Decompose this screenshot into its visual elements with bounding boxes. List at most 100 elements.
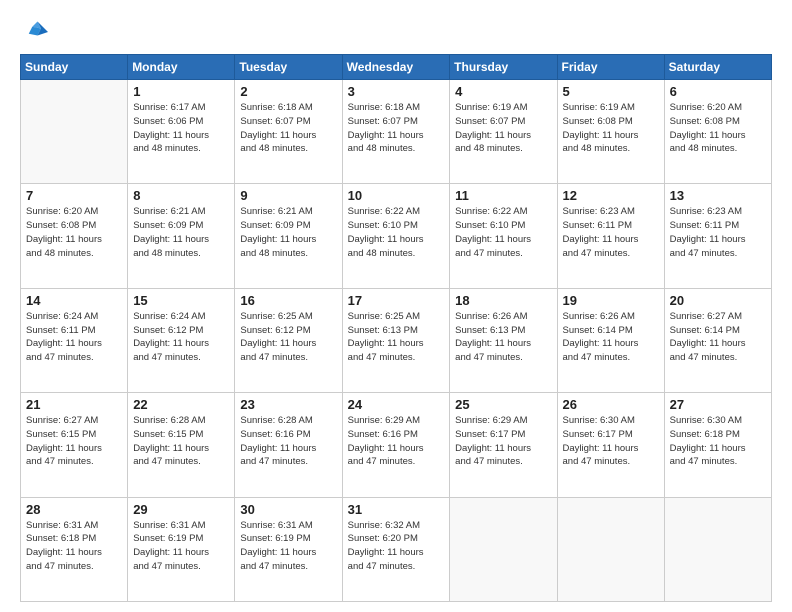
- calendar-cell: 26 Sunrise: 6:30 AM Sunset: 6:17 PM Dayli…: [557, 393, 664, 497]
- day-number: 31: [348, 502, 445, 517]
- calendar-cell: 6 Sunrise: 6:20 AM Sunset: 6:08 PM Daylig…: [664, 80, 771, 184]
- day-number: 16: [240, 293, 336, 308]
- day-info: Sunrise: 6:22 AM Sunset: 6:10 PM Dayligh…: [348, 205, 445, 260]
- day-info: Sunrise: 6:32 AM Sunset: 6:20 PM Dayligh…: [348, 519, 445, 574]
- calendar-cell: 13Sunrise: 6:23 AM Sunset: 6:11 PM Dayli…: [664, 184, 771, 288]
- day-info: Sunrise: 6:21 AM Sunset: 6:09 PM Dayligh…: [133, 205, 229, 260]
- calendar-cell: 17 Sunrise: 6:25 AM Sunset: 6:13 PM Dayli…: [342, 288, 450, 392]
- day-number: 23: [240, 397, 336, 412]
- day-info: Sunrise: 6:29 AM Sunset: 6:17 PM Dayligh…: [455, 414, 551, 469]
- week-row: 14 Sunrise: 6:24 AM Sunset: 6:11 PM Dayli…: [21, 288, 772, 392]
- day-number: 24: [348, 397, 445, 412]
- day-number: 18: [455, 293, 551, 308]
- calendar-cell: 24 Sunrise: 6:29 AM Sunset: 6:16 PM Dayli…: [342, 393, 450, 497]
- day-number: 12: [563, 188, 659, 203]
- calendar-cell: 28 Sunrise: 6:31 AM Sunset: 6:18 PM Dayli…: [21, 497, 128, 601]
- day-info: Sunrise: 6:31 AM Sunset: 6:18 PM Dayligh…: [26, 519, 122, 574]
- calendar-cell: 2 Sunrise: 6:18 AM Sunset: 6:07 PM Daylig…: [235, 80, 342, 184]
- week-row: 28 Sunrise: 6:31 AM Sunset: 6:18 PM Dayli…: [21, 497, 772, 601]
- day-number: 1: [133, 84, 229, 99]
- day-info: Sunrise: 6:20 AM Sunset: 6:08 PM Dayligh…: [26, 205, 122, 260]
- day-info: Sunrise: 6:22 AM Sunset: 6:10 PM Dayligh…: [455, 205, 551, 260]
- day-number: 17: [348, 293, 445, 308]
- weekday-header: Sunday: [21, 55, 128, 80]
- page: SundayMondayTuesdayWednesdayThursdayFrid…: [0, 0, 792, 612]
- calendar-cell: 21Sunrise: 6:27 AM Sunset: 6:15 PM Dayli…: [21, 393, 128, 497]
- calendar-cell: 22 Sunrise: 6:28 AM Sunset: 6:15 PM Dayli…: [128, 393, 235, 497]
- calendar-cell: 25 Sunrise: 6:29 AM Sunset: 6:17 PM Dayli…: [450, 393, 557, 497]
- day-number: 28: [26, 502, 122, 517]
- week-row: 1Sunrise: 6:17 AM Sunset: 6:06 PM Daylig…: [21, 80, 772, 184]
- day-number: 26: [563, 397, 659, 412]
- day-info: Sunrise: 6:28 AM Sunset: 6:15 PM Dayligh…: [133, 414, 229, 469]
- day-info: Sunrise: 6:29 AM Sunset: 6:16 PM Dayligh…: [348, 414, 445, 469]
- calendar-cell: 27Sunrise: 6:30 AM Sunset: 6:18 PM Dayli…: [664, 393, 771, 497]
- calendar-cell: 19 Sunrise: 6:26 AM Sunset: 6:14 PM Dayli…: [557, 288, 664, 392]
- day-number: 15: [133, 293, 229, 308]
- calendar-cell: [557, 497, 664, 601]
- day-info: Sunrise: 6:25 AM Sunset: 6:12 PM Dayligh…: [240, 310, 336, 365]
- day-number: 7: [26, 188, 122, 203]
- calendar-cell: 1Sunrise: 6:17 AM Sunset: 6:06 PM Daylig…: [128, 80, 235, 184]
- calendar-cell: 31 Sunrise: 6:32 AM Sunset: 6:20 PM Dayli…: [342, 497, 450, 601]
- calendar-table: SundayMondayTuesdayWednesdayThursdayFrid…: [20, 54, 772, 602]
- day-number: 14: [26, 293, 122, 308]
- day-number: 30: [240, 502, 336, 517]
- day-info: Sunrise: 6:23 AM Sunset: 6:11 PM Dayligh…: [563, 205, 659, 260]
- day-number: 6: [670, 84, 766, 99]
- calendar-cell: 7 Sunrise: 6:20 AM Sunset: 6:08 PM Daylig…: [21, 184, 128, 288]
- day-info: Sunrise: 6:20 AM Sunset: 6:08 PM Dayligh…: [670, 101, 766, 156]
- day-info: Sunrise: 6:19 AM Sunset: 6:07 PM Dayligh…: [455, 101, 551, 156]
- day-info: Sunrise: 6:24 AM Sunset: 6:11 PM Dayligh…: [26, 310, 122, 365]
- calendar-cell: 9Sunrise: 6:21 AM Sunset: 6:09 PM Daylig…: [235, 184, 342, 288]
- day-number: 20: [670, 293, 766, 308]
- day-info: Sunrise: 6:26 AM Sunset: 6:13 PM Dayligh…: [455, 310, 551, 365]
- calendar-cell: 10Sunrise: 6:22 AM Sunset: 6:10 PM Dayli…: [342, 184, 450, 288]
- day-info: Sunrise: 6:31 AM Sunset: 6:19 PM Dayligh…: [133, 519, 229, 574]
- day-info: Sunrise: 6:26 AM Sunset: 6:14 PM Dayligh…: [563, 310, 659, 365]
- week-row: 7 Sunrise: 6:20 AM Sunset: 6:08 PM Daylig…: [21, 184, 772, 288]
- day-number: 2: [240, 84, 336, 99]
- day-info: Sunrise: 6:18 AM Sunset: 6:07 PM Dayligh…: [348, 101, 445, 156]
- calendar-cell: 12 Sunrise: 6:23 AM Sunset: 6:11 PM Dayli…: [557, 184, 664, 288]
- calendar-cell: 5 Sunrise: 6:19 AM Sunset: 6:08 PM Daylig…: [557, 80, 664, 184]
- calendar-cell: 4 Sunrise: 6:19 AM Sunset: 6:07 PM Daylig…: [450, 80, 557, 184]
- weekday-header: Saturday: [664, 55, 771, 80]
- calendar-cell: 3Sunrise: 6:18 AM Sunset: 6:07 PM Daylig…: [342, 80, 450, 184]
- day-number: 9: [240, 188, 336, 203]
- day-number: 5: [563, 84, 659, 99]
- day-number: 25: [455, 397, 551, 412]
- weekday-header: Thursday: [450, 55, 557, 80]
- calendar-cell: [21, 80, 128, 184]
- day-info: Sunrise: 6:25 AM Sunset: 6:13 PM Dayligh…: [348, 310, 445, 365]
- calendar-cell: 29 Sunrise: 6:31 AM Sunset: 6:19 PM Dayli…: [128, 497, 235, 601]
- calendar-header-row: SundayMondayTuesdayWednesdayThursdayFrid…: [21, 55, 772, 80]
- day-info: Sunrise: 6:28 AM Sunset: 6:16 PM Dayligh…: [240, 414, 336, 469]
- day-info: Sunrise: 6:27 AM Sunset: 6:14 PM Dayligh…: [670, 310, 766, 365]
- day-number: 4: [455, 84, 551, 99]
- day-info: Sunrise: 6:18 AM Sunset: 6:07 PM Dayligh…: [240, 101, 336, 156]
- logo-icon: [20, 18, 48, 46]
- weekday-header: Wednesday: [342, 55, 450, 80]
- day-number: 29: [133, 502, 229, 517]
- calendar-cell: [450, 497, 557, 601]
- calendar-cell: [664, 497, 771, 601]
- day-number: 22: [133, 397, 229, 412]
- day-number: 19: [563, 293, 659, 308]
- calendar-cell: 11 Sunrise: 6:22 AM Sunset: 6:10 PM Dayli…: [450, 184, 557, 288]
- day-info: Sunrise: 6:24 AM Sunset: 6:12 PM Dayligh…: [133, 310, 229, 365]
- calendar-cell: 23 Sunrise: 6:28 AM Sunset: 6:16 PM Dayli…: [235, 393, 342, 497]
- calendar-cell: 20 Sunrise: 6:27 AM Sunset: 6:14 PM Dayli…: [664, 288, 771, 392]
- day-info: Sunrise: 6:19 AM Sunset: 6:08 PM Dayligh…: [563, 101, 659, 156]
- day-number: 27: [670, 397, 766, 412]
- weekday-header: Friday: [557, 55, 664, 80]
- calendar-cell: 8 Sunrise: 6:21 AM Sunset: 6:09 PM Daylig…: [128, 184, 235, 288]
- calendar-cell: 18 Sunrise: 6:26 AM Sunset: 6:13 PM Dayli…: [450, 288, 557, 392]
- day-info: Sunrise: 6:30 AM Sunset: 6:17 PM Dayligh…: [563, 414, 659, 469]
- day-number: 11: [455, 188, 551, 203]
- day-number: 8: [133, 188, 229, 203]
- day-info: Sunrise: 6:23 AM Sunset: 6:11 PM Dayligh…: [670, 205, 766, 260]
- weekday-header: Tuesday: [235, 55, 342, 80]
- calendar-cell: 15 Sunrise: 6:24 AM Sunset: 6:12 PM Dayli…: [128, 288, 235, 392]
- calendar-cell: 16 Sunrise: 6:25 AM Sunset: 6:12 PM Dayli…: [235, 288, 342, 392]
